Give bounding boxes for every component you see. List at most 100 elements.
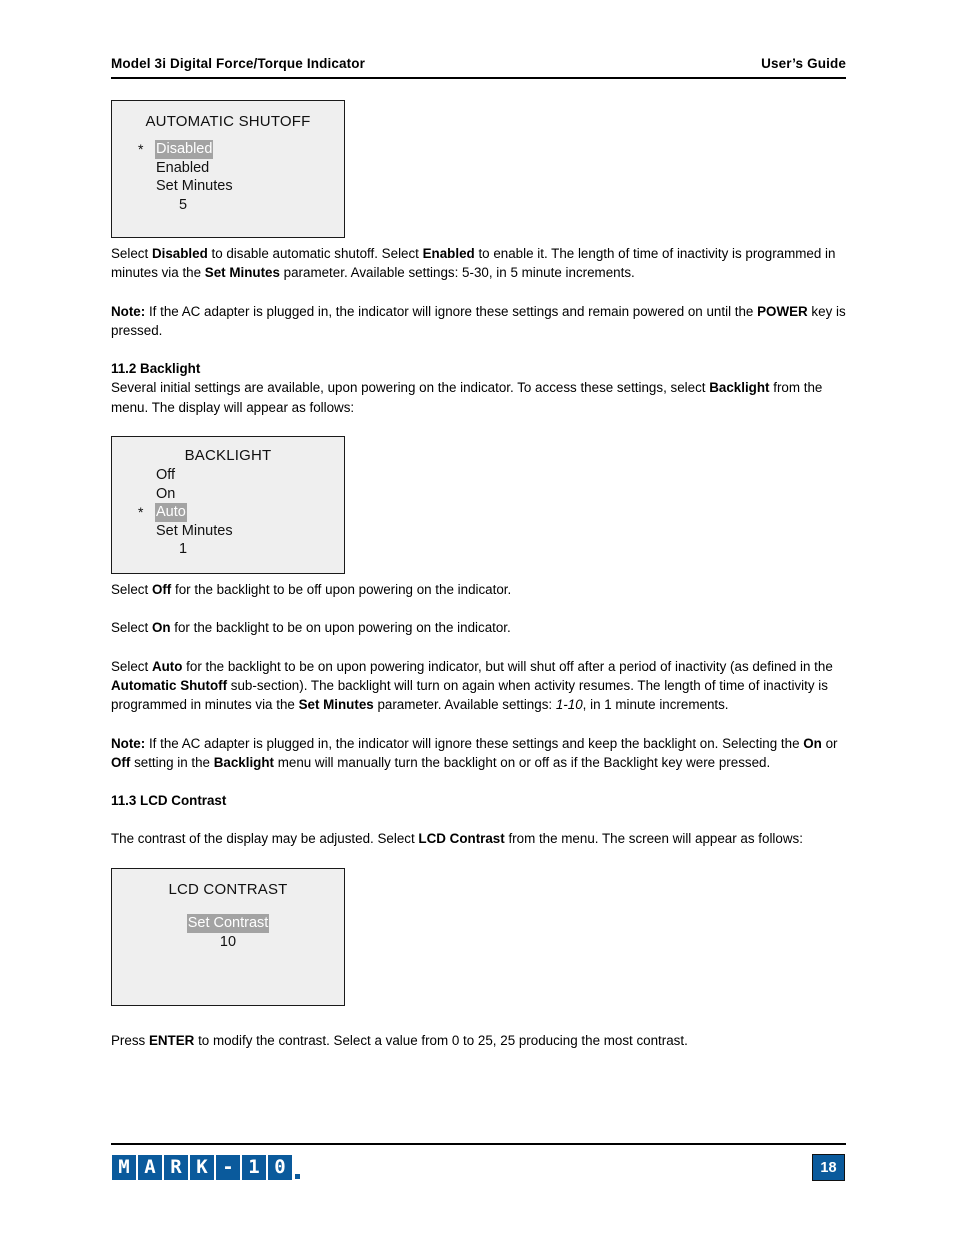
lcd-value-set-minutes: 5 bbox=[179, 196, 188, 213]
bold-note: Note: bbox=[111, 303, 146, 319]
header-left-title: Model 3i Digital Force/Torque Indicator bbox=[111, 56, 366, 71]
logo-letter-zero: 0 bbox=[268, 1155, 292, 1180]
bold-backlight-2: Backlight bbox=[213, 754, 274, 770]
paragraph-shutoff-description: Select Disabled to disable automatic shu… bbox=[111, 244, 848, 283]
lcd-rows-backlight: Off On * Auto Set Minutes 1 bbox=[112, 466, 344, 559]
bold-disabled: Disabled bbox=[151, 246, 208, 261]
text-fragment: If the AC adapter is plugged in, the ind… bbox=[145, 303, 758, 319]
text-fragment: for the backlight to be on upon powering… bbox=[170, 620, 511, 636]
paragraph-off-description: Select Off for the backlight to be off u… bbox=[111, 580, 848, 599]
lcd-screen-lcd-contrast: LCD CONTRAST Set Contrast 10 bbox=[111, 867, 345, 1006]
header-right-title: User’s Guide bbox=[761, 56, 846, 71]
page-header: Model 3i Digital Force/Torque Indicator … bbox=[111, 56, 846, 71]
text-fragment: setting in the bbox=[130, 754, 214, 770]
italic-range: 1-10 bbox=[555, 697, 583, 713]
logo-letter-a: A bbox=[138, 1155, 162, 1180]
text-fragment: to modify the contrast. Select a value f… bbox=[194, 1032, 688, 1048]
lcd-row-disabled[interactable]: * Disabled bbox=[138, 140, 344, 159]
text-fragment: If the AC adapter is plugged in, the ind… bbox=[145, 735, 804, 751]
bold-set-minutes: Set Minutes bbox=[204, 265, 280, 281]
paragraph-contrast-description: Press ENTER to modify the contrast. Sele… bbox=[111, 1031, 848, 1050]
selection-marker-disabled: * bbox=[138, 141, 144, 157]
bold-off-2: Off bbox=[111, 754, 131, 770]
bold-auto: Auto bbox=[151, 658, 183, 674]
bold-lcd-contrast: LCD Contrast bbox=[418, 831, 505, 847]
lcd-row-set-minutes[interactable]: Set Minutes bbox=[138, 177, 344, 196]
lcd-rows-automatic-shutoff: * Disabled Enabled Set Minutes 5 bbox=[112, 140, 344, 214]
text-fragment: Several initial settings are available, … bbox=[111, 380, 710, 396]
lcd-row-contrast-value: 10 bbox=[112, 933, 344, 952]
lcd-row-set-contrast[interactable]: Set Contrast bbox=[112, 913, 344, 933]
lcd-screen-automatic-shutoff: AUTOMATIC SHUTOFF * Disabled Enabled Set… bbox=[111, 100, 345, 238]
paragraph-contrast-intro: The contrast of the display may be adjus… bbox=[111, 829, 848, 848]
text-fragment: from the menu. The screen will appear as… bbox=[504, 831, 803, 847]
page-number-badge: 18 bbox=[812, 1154, 845, 1181]
lcd-row-enabled[interactable]: Enabled bbox=[138, 159, 344, 178]
bold-power: POWER bbox=[757, 303, 808, 319]
lcd-title-lcd-contrast: LCD CONTRAST bbox=[168, 880, 288, 898]
lcd-title-backlight: BACKLIGHT bbox=[184, 447, 272, 465]
paragraph-auto-description: Select Auto for the backlight to be on u… bbox=[111, 657, 848, 715]
lcd-row-off[interactable]: Off bbox=[138, 466, 344, 485]
text-fragment: , in 1 minute increments. bbox=[582, 697, 729, 713]
lcd-option-disabled: Disabled bbox=[155, 140, 214, 159]
bold-on: On bbox=[151, 620, 171, 636]
paragraph-backlight-note: Note: If the AC adapter is plugged in, t… bbox=[111, 734, 848, 773]
lcd-title-automatic-shutoff: AUTOMATIC SHUTOFF bbox=[145, 113, 311, 130]
paragraph-backlight-intro: Several initial settings are available, … bbox=[111, 378, 848, 417]
lcd-row-backlight-set-minutes[interactable]: Set Minutes bbox=[138, 522, 344, 541]
text-fragment: or bbox=[821, 735, 838, 751]
text-fragment: to disable automatic shutoff. Select bbox=[207, 246, 423, 261]
lcd-value-set-contrast: 10 bbox=[219, 933, 237, 950]
text-fragment: Select bbox=[111, 658, 152, 674]
bold-automatic-shutoff: Automatic Shutoff bbox=[111, 677, 228, 693]
lcd-option-backlight-set-minutes: Set Minutes bbox=[156, 522, 233, 539]
paragraph-shutoff-note: Note: If the AC adapter is plugged in, t… bbox=[111, 302, 848, 341]
bold-enabled: Enabled bbox=[422, 246, 475, 261]
lcd-screen-contrast-wrapper: LCD CONTRAST Set Contrast 10 bbox=[111, 867, 848, 1006]
bold-note-2: Note: bbox=[111, 735, 146, 751]
mark-10-logo: M A R K - 1 0 bbox=[112, 1155, 300, 1180]
text-fragment: parameter. Available settings: bbox=[373, 697, 556, 713]
lcd-row-auto[interactable]: * Auto bbox=[138, 503, 344, 522]
logo-letter-one: 1 bbox=[242, 1155, 266, 1180]
bold-backlight: Backlight bbox=[709, 380, 770, 396]
lcd-screen-backlight-wrapper: BACKLIGHT Off On * Auto Set Minutes 1 bbox=[111, 436, 848, 575]
lcd-option-set-minutes: Set Minutes bbox=[156, 178, 233, 194]
logo-letter-m: M bbox=[112, 1155, 136, 1180]
paragraph-on-description: Select On for the backlight to be on upo… bbox=[111, 618, 848, 637]
bold-off: Off bbox=[151, 582, 172, 598]
text-fragment: Select bbox=[111, 246, 152, 261]
lcd-value-backlight-set-minutes: 1 bbox=[179, 541, 188, 558]
logo-letter-r: R bbox=[164, 1155, 188, 1180]
text-fragment: The contrast of the display may be adjus… bbox=[111, 831, 419, 847]
bold-on-2: On bbox=[803, 735, 822, 751]
logo-period bbox=[295, 1174, 300, 1179]
header-divider bbox=[111, 77, 846, 79]
bold-set-minutes-2: Set Minutes bbox=[298, 697, 374, 713]
logo-letter-k: K bbox=[190, 1155, 214, 1180]
text-fragment: for the backlight to be on upon powering… bbox=[182, 658, 833, 674]
document-page: Model 3i Digital Force/Torque Indicator … bbox=[0, 0, 954, 1235]
lcd-screen-backlight: BACKLIGHT Off On * Auto Set Minutes 1 bbox=[111, 436, 345, 575]
selection-marker-auto: * bbox=[138, 504, 144, 521]
footer-divider bbox=[111, 1143, 846, 1145]
text-fragment: parameter. Available settings: 5-30, in … bbox=[279, 265, 635, 281]
lcd-rows-lcd-contrast: Set Contrast 10 bbox=[112, 913, 344, 952]
lcd-row-on[interactable]: On bbox=[138, 485, 344, 504]
lcd-screen-automatic-shutoff-wrapper: AUTOMATIC SHUTOFF * Disabled Enabled Set… bbox=[111, 100, 848, 238]
logo-letter-dash: - bbox=[216, 1155, 240, 1180]
section-heading-11-3: 11.3 LCD Contrast bbox=[111, 793, 227, 809]
bold-enter: ENTER bbox=[148, 1032, 195, 1048]
text-fragment: Select bbox=[111, 582, 152, 598]
lcd-option-on: On bbox=[156, 485, 176, 502]
text-fragment: for the backlight to be off upon powerin… bbox=[171, 582, 512, 598]
text-fragment: menu will manually turn the backlight on… bbox=[274, 754, 771, 770]
page-content: AUTOMATIC SHUTOFF * Disabled Enabled Set… bbox=[111, 100, 848, 1050]
text-fragment: Select bbox=[111, 620, 152, 636]
lcd-option-off: Off bbox=[156, 467, 176, 484]
lcd-option-enabled: Enabled bbox=[156, 159, 210, 176]
text-fragment: Press bbox=[111, 1032, 149, 1048]
